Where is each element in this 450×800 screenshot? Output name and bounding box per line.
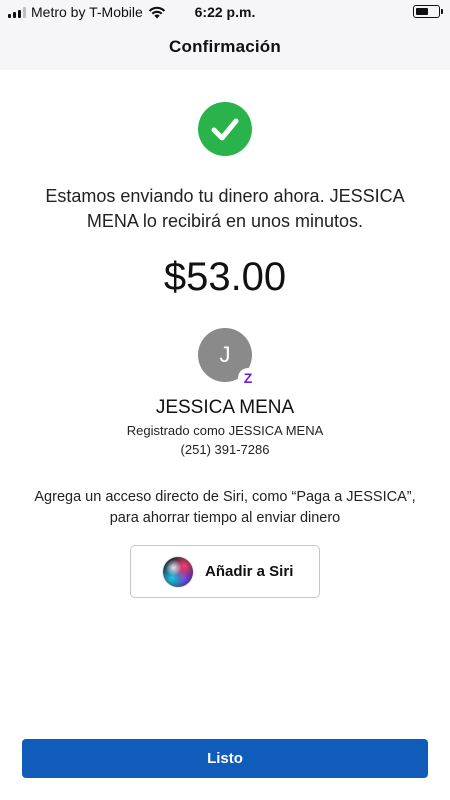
recipient-avatar-group: J Z <box>198 328 258 388</box>
done-button[interactable]: Listo <box>22 739 428 778</box>
recipient-phone: (251) 391-7286 <box>180 442 270 457</box>
checkmark-icon <box>211 118 239 141</box>
siri-shortcut-prompt: Agrega un acceso directo de Siri, como “… <box>34 489 416 526</box>
battery-icon <box>413 5 443 18</box>
zelle-badge-icon: Z <box>238 368 258 388</box>
status-time: 6:22 p.m. <box>194 4 256 20</box>
siri-icon <box>163 556 193 587</box>
confirmation-screen: Metro by T-Mobile 6:22 p.m. Confirmación… <box>0 0 450 800</box>
navigation-bar: Confirmación <box>0 24 450 70</box>
battery-level <box>416 8 428 15</box>
add-to-siri-label: Añadir a Siri <box>205 563 294 580</box>
status-bar: Metro by T-Mobile 6:22 p.m. <box>0 0 450 24</box>
registered-as-text: Registrado como JESSICA MENA <box>126 423 324 438</box>
zelle-badge-letter: Z <box>241 371 255 385</box>
recipient-name: JESSICA MENA <box>155 397 295 418</box>
avatar-initial: J <box>219 342 231 367</box>
success-check-icon <box>198 102 252 156</box>
add-to-siri-button[interactable]: Añadir a Siri <box>130 545 320 598</box>
amount-sent: $53.00 <box>163 255 287 299</box>
page-title: Confirmación <box>169 37 281 56</box>
confirmation-message: Estamos enviando tu dinero ahora. JESSIC… <box>45 186 405 231</box>
